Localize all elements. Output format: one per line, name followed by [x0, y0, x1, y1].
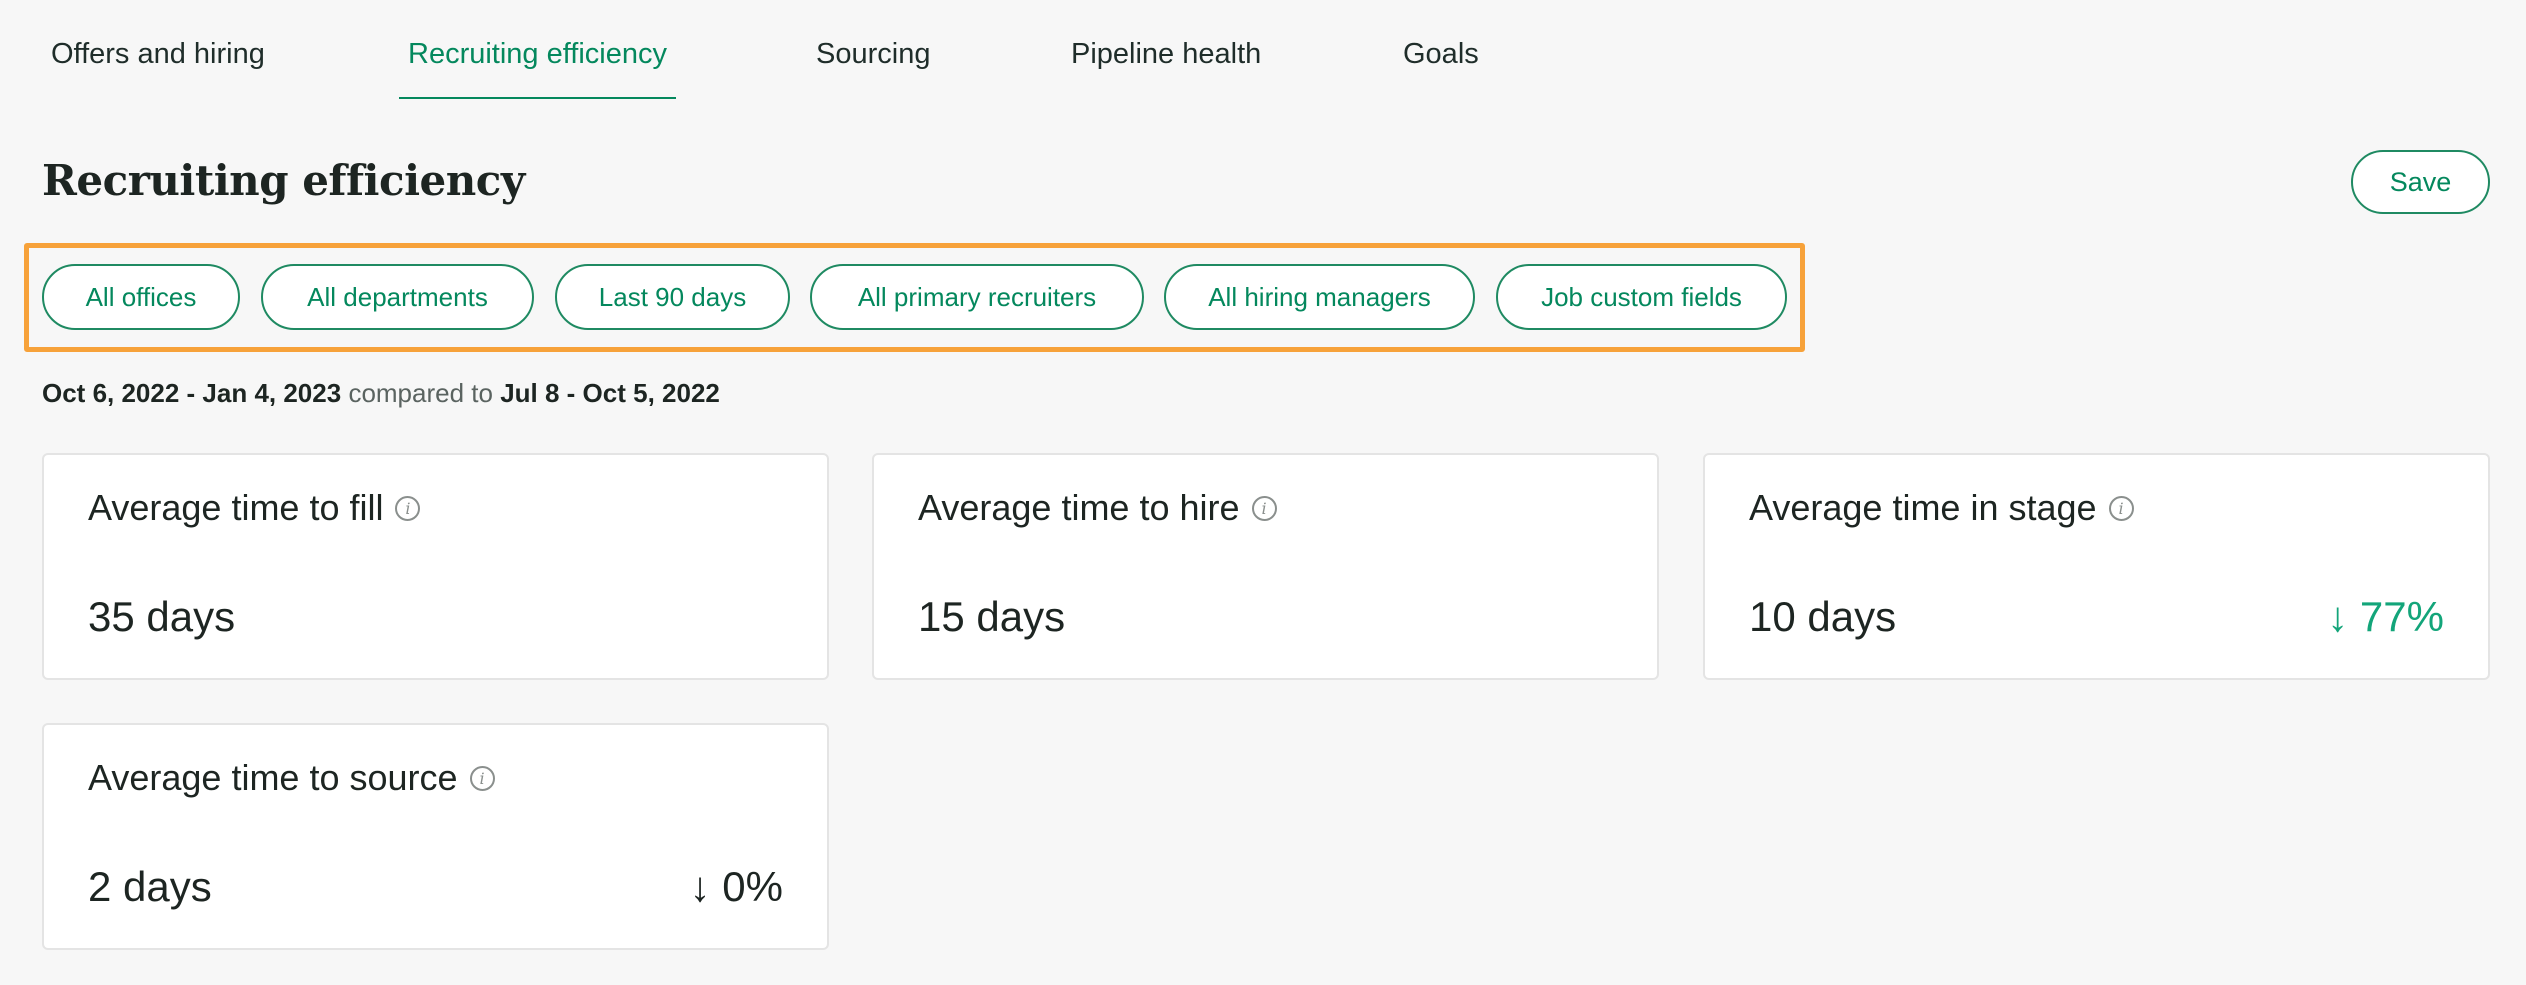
metric-card-time-to-hire: Average time to hire i 15 days [872, 453, 1659, 680]
page-title: Recruiting efficiency [42, 156, 525, 205]
comparison-separator: compared to [348, 378, 493, 408]
current-date-range: Oct 6, 2022 - Jan 4, 2023 [42, 378, 342, 408]
filter-date-range[interactable]: Last 90 days [555, 264, 790, 330]
tab-recruiting-efficiency[interactable]: Recruiting efficiency [399, 38, 676, 99]
filter-job-custom-fields[interactable]: Job custom fields [1496, 264, 1787, 330]
metric-value: 2 days [88, 863, 212, 910]
metric-card-time-in-stage: Average time in stage i 10 days ↓ 77% [1703, 453, 2490, 680]
metric-title: Average time to hire [918, 487, 1240, 528]
info-icon[interactable]: i [469, 765, 495, 791]
info-icon[interactable]: i [395, 495, 421, 521]
tab-offers-and-hiring[interactable]: Offers and hiring [42, 38, 274, 97]
metric-title-container: Average time in stage i [1749, 487, 2134, 529]
metric-value: 10 days [1749, 593, 1897, 640]
report-tabs: Offers and hiring Recruiting efficiency … [0, 0, 2526, 102]
metric-title-container: Average time to source i [88, 757, 495, 799]
save-button[interactable]: Save [2351, 150, 2490, 214]
metric-value: 35 days [88, 593, 236, 640]
filter-offices[interactable]: All offices [42, 264, 240, 330]
metric-value: 15 days [918, 593, 1066, 640]
filter-primary-recruiters[interactable]: All primary recruiters [810, 264, 1144, 330]
metric-card-time-to-fill: Average time to fill i 35 days [42, 453, 829, 680]
tab-goals[interactable]: Goals [1394, 38, 1488, 97]
metric-title: Average time to fill [88, 487, 384, 528]
info-icon[interactable]: i [1251, 495, 1277, 521]
metric-change: ↓ 0% [689, 863, 783, 910]
date-range-summary: Oct 6, 2022 - Jan 4, 2023 compared to Ju… [42, 378, 720, 409]
metric-card-time-to-source: Average time to source i 2 days ↓ 0% [42, 723, 829, 950]
filter-hiring-managers[interactable]: All hiring managers [1164, 264, 1475, 330]
previous-date-range: Jul 8 - Oct 5, 2022 [500, 378, 720, 408]
metric-change: ↓ 77% [2327, 593, 2444, 640]
tab-sourcing[interactable]: Sourcing [807, 38, 939, 97]
info-icon[interactable]: i [2108, 495, 2134, 521]
metric-title-container: Average time to hire i [918, 487, 1277, 529]
filter-departments[interactable]: All departments [261, 264, 534, 330]
metric-title-container: Average time to fill i [88, 487, 421, 529]
metric-title: Average time in stage [1749, 487, 2097, 528]
metric-title: Average time to source [88, 757, 458, 798]
tab-pipeline-health[interactable]: Pipeline health [1062, 38, 1270, 97]
